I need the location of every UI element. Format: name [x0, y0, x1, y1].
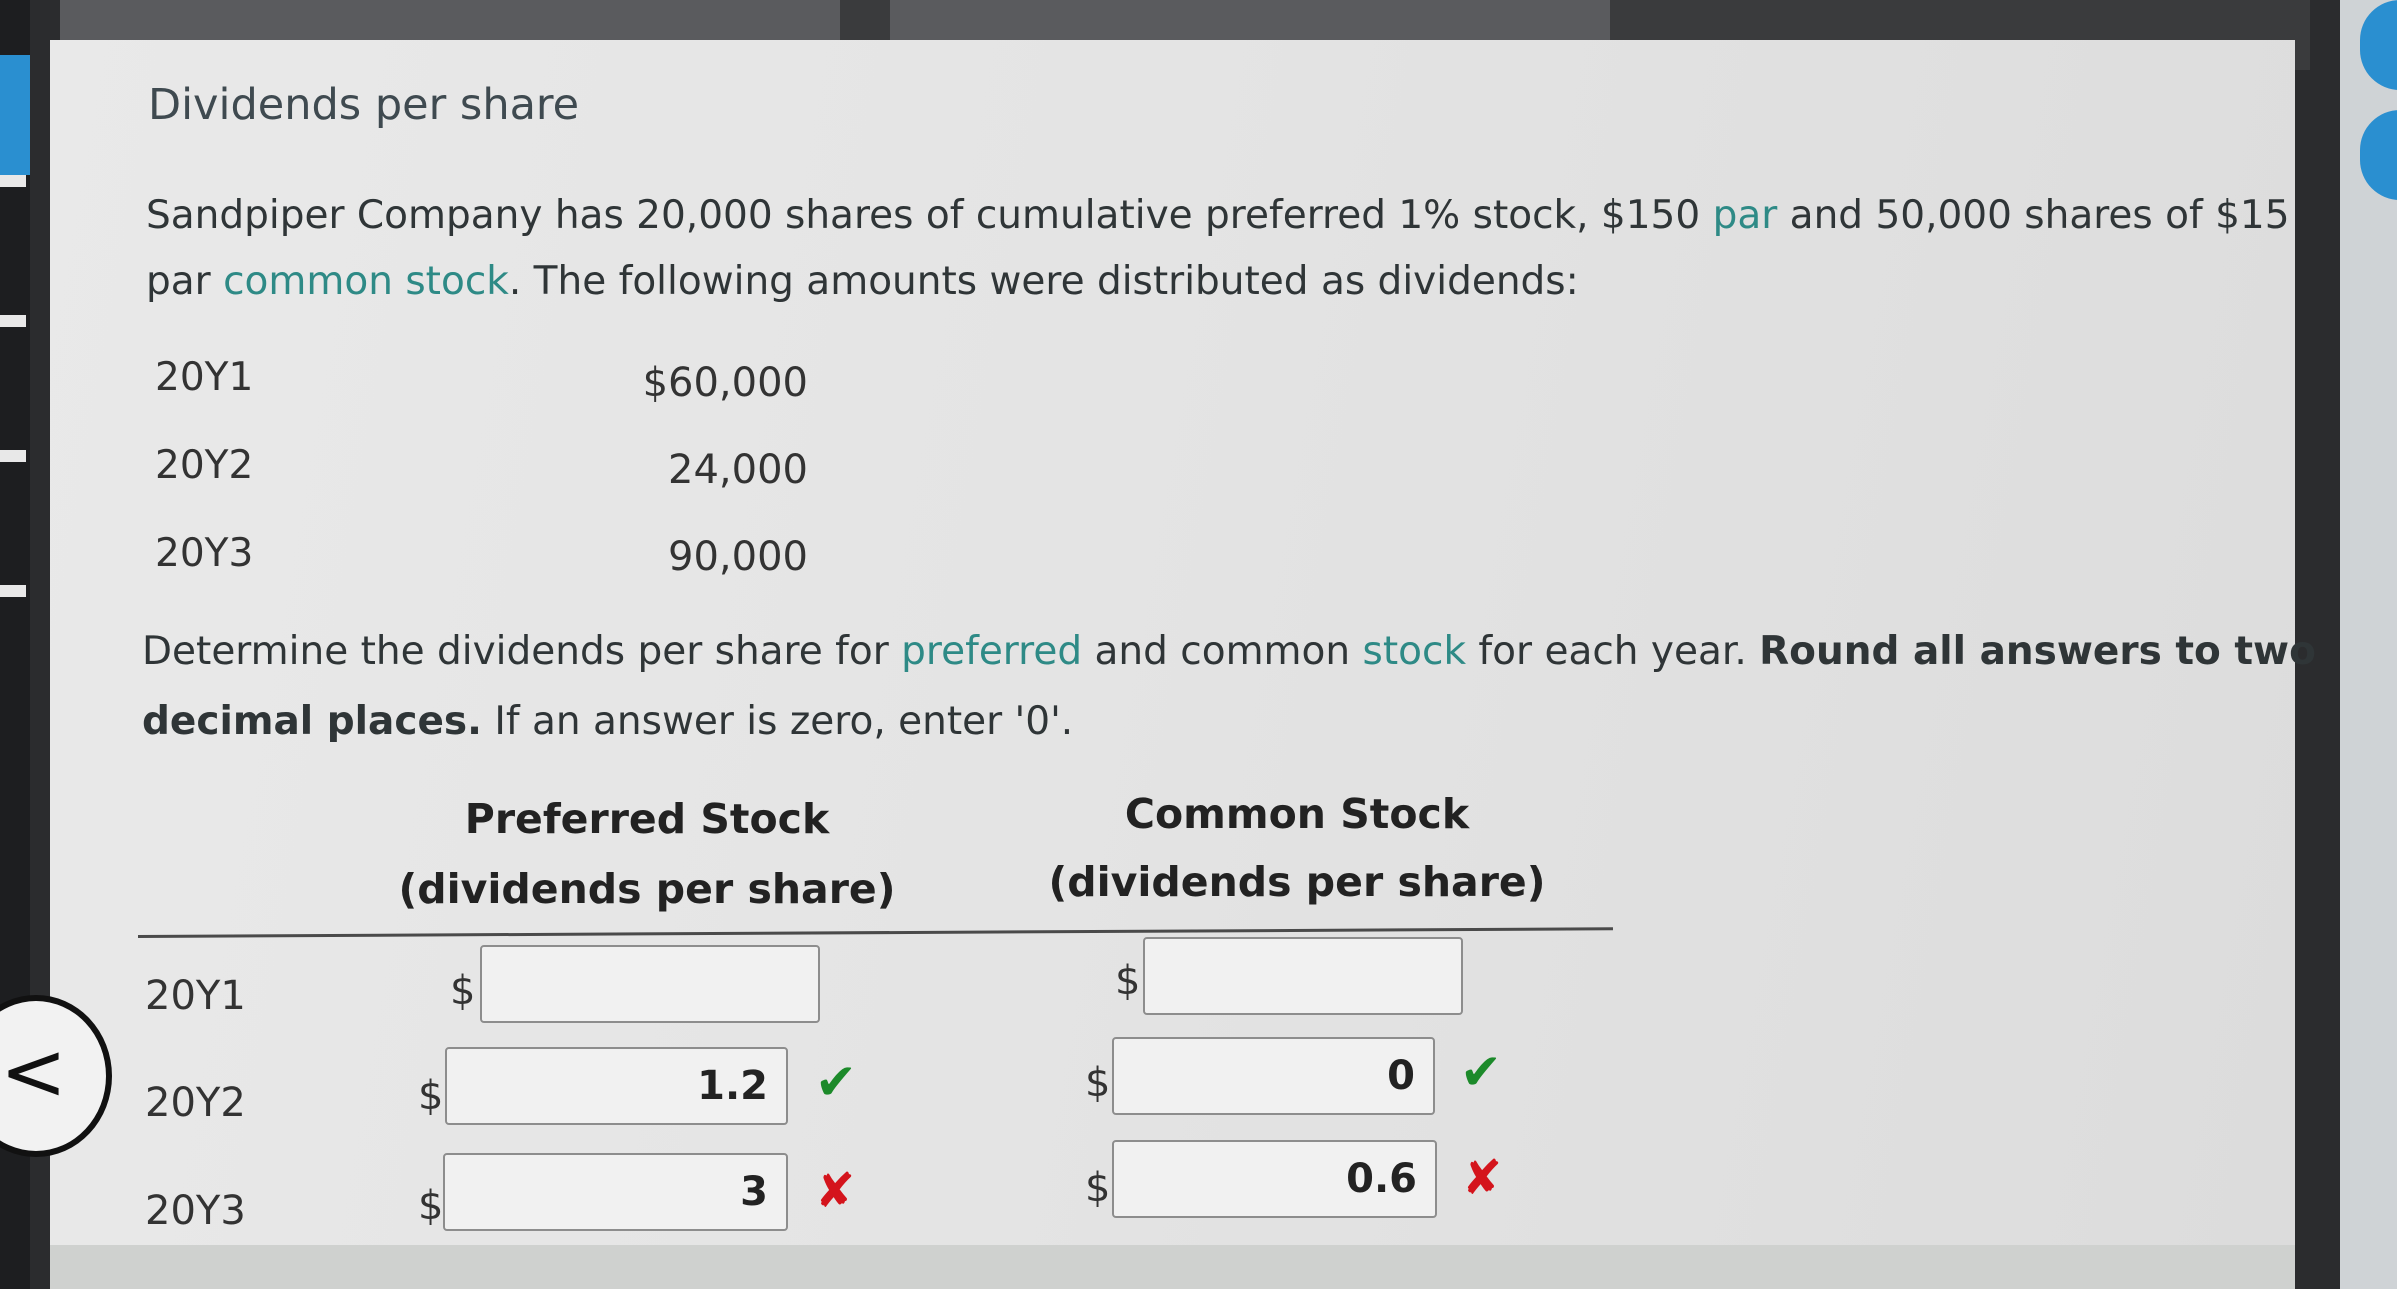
preferred-column-subheader: (dividends per share)	[398, 865, 896, 913]
left-sidebar-marker	[0, 315, 26, 327]
preferred-link[interactable]: preferred	[901, 629, 1082, 674]
given-amount: 90,000	[668, 534, 808, 580]
given-year-label: 20Y3	[155, 531, 254, 576]
common-dividend-input-20y2[interactable]: 0	[1112, 1037, 1435, 1115]
left-sidebar-marker	[0, 175, 26, 187]
chevron-left-icon: <	[0, 1025, 68, 1118]
correct-check-icon: ✔	[815, 1053, 857, 1111]
left-sidebar-marker	[0, 450, 26, 462]
problem-text: . The following amounts were distributed…	[508, 259, 1579, 304]
left-sidebar-accent	[0, 55, 30, 175]
problem-text: and 50,000 shares of $15	[1777, 193, 2290, 238]
instruction-emphasis: decimal places.	[142, 699, 482, 744]
currency-symbol: $	[418, 1183, 444, 1229]
question-title: Dividends per share	[148, 80, 580, 130]
given-year-label: 20Y1	[155, 355, 254, 400]
instruction-text: Determine the dividends per share for	[142, 629, 902, 674]
preferred-dividend-input-20y2[interactable]: 1.2	[445, 1047, 788, 1125]
problem-line-1: Sandpiper Company has 20,000 shares of c…	[146, 196, 2290, 235]
common-dividend-input-20y1[interactable]	[1143, 937, 1463, 1015]
currency-symbol: $	[1085, 1165, 1111, 1211]
instruction-text: for each year.	[1466, 629, 1760, 674]
instruction-emphasis: Round all answers to two	[1759, 629, 2316, 674]
correct-check-icon: ✔	[1460, 1043, 1502, 1101]
given-amount: $60,000	[642, 360, 808, 406]
currency-symbol: $	[1085, 1060, 1111, 1106]
left-sidebar-marker	[0, 585, 26, 597]
given-amount: 24,000	[668, 447, 808, 493]
bottom-band	[50, 1245, 2295, 1289]
par-link[interactable]: par	[1713, 193, 1778, 238]
instruction-text: and common	[1082, 629, 1363, 674]
common-column-subheader: (dividends per share)	[1048, 858, 1546, 906]
common-dividend-input-20y3[interactable]: 0.6	[1112, 1140, 1437, 1218]
common-column-header: Common Stock	[1124, 790, 1470, 838]
preferred-column-header: Preferred Stock	[464, 795, 830, 843]
given-year-label: 20Y2	[155, 443, 254, 488]
currency-symbol: $	[1115, 958, 1141, 1004]
problem-text: par	[146, 259, 224, 304]
row-year-label: 20Y2	[145, 1080, 246, 1126]
stock-link[interactable]: stock	[1363, 629, 1467, 674]
preferred-dividend-input-20y3[interactable]: 3	[443, 1153, 788, 1231]
currency-symbol: $	[418, 1073, 444, 1119]
instruction-text: If an answer is zero, enter '0'.	[481, 699, 1074, 744]
row-year-label: 20Y1	[145, 973, 246, 1019]
common-stock-link[interactable]: common stock	[223, 259, 509, 304]
preferred-dividend-input-20y1[interactable]	[480, 945, 820, 1023]
row-year-label: 20Y3	[145, 1188, 246, 1234]
incorrect-x-icon: ✘	[1462, 1150, 1503, 1206]
instruction-line-1: Determine the dividends per share for pr…	[142, 632, 2316, 671]
problem-text: Sandpiper Company has 20,000 shares of c…	[146, 193, 1713, 238]
problem-line-2: par common stock. The following amounts …	[146, 262, 1579, 301]
instruction-line-2: decimal places. If an answer is zero, en…	[142, 702, 1073, 741]
incorrect-x-icon: ✘	[815, 1163, 856, 1219]
currency-symbol: $	[450, 968, 476, 1014]
